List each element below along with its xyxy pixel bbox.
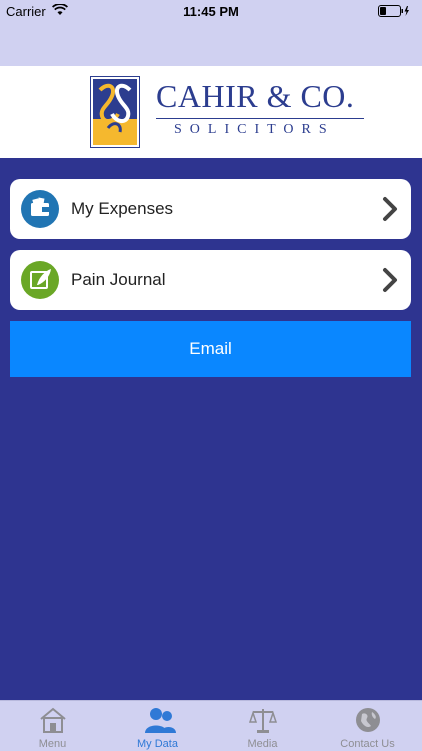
status-time: 11:45 PM <box>183 4 239 19</box>
tab-bar: Menu My Data Media Contact Us <box>0 700 422 751</box>
chevron-right-icon <box>381 267 399 298</box>
email-button[interactable]: Email <box>10 321 411 377</box>
home-icon <box>40 707 66 733</box>
pain-journal-row[interactable]: Pain Journal <box>10 250 411 310</box>
logo-banner: CAHIR & CO. SOLICITORS <box>0 66 422 158</box>
my-expenses-label: My Expenses <box>71 199 174 218</box>
my-expenses-row[interactable]: My Expenses <box>10 179 411 239</box>
logo-divider <box>156 118 364 119</box>
chevron-right-icon <box>381 196 399 227</box>
scales-icon <box>248 709 278 733</box>
tab-my-data[interactable]: My Data <box>105 701 210 751</box>
users-icon <box>145 708 176 733</box>
tab-my-data-label: My Data <box>137 738 178 750</box>
tab-menu[interactable]: Menu <box>0 701 105 751</box>
journal-icon <box>21 261 59 299</box>
logo-mark-icon <box>90 76 140 148</box>
navigation-bar <box>0 22 422 66</box>
globe-icon <box>356 708 380 732</box>
battery-icon <box>378 5 410 20</box>
pain-journal-label: Pain Journal <box>71 270 166 289</box>
tab-contact-us-label: Contact Us <box>340 738 395 750</box>
status-bar: Carrier 11:45 PM <box>0 0 422 22</box>
tab-media-label: Media <box>247 738 278 750</box>
tab-menu-label: Menu <box>38 738 67 750</box>
tab-media[interactable]: Media <box>210 701 315 751</box>
wallet-icon <box>21 190 59 228</box>
firm-subtitle: SOLICITORS <box>174 122 335 137</box>
firm-name: CAHIR & CO. <box>156 78 355 114</box>
tab-contact-us[interactable]: Contact Us <box>315 701 420 751</box>
